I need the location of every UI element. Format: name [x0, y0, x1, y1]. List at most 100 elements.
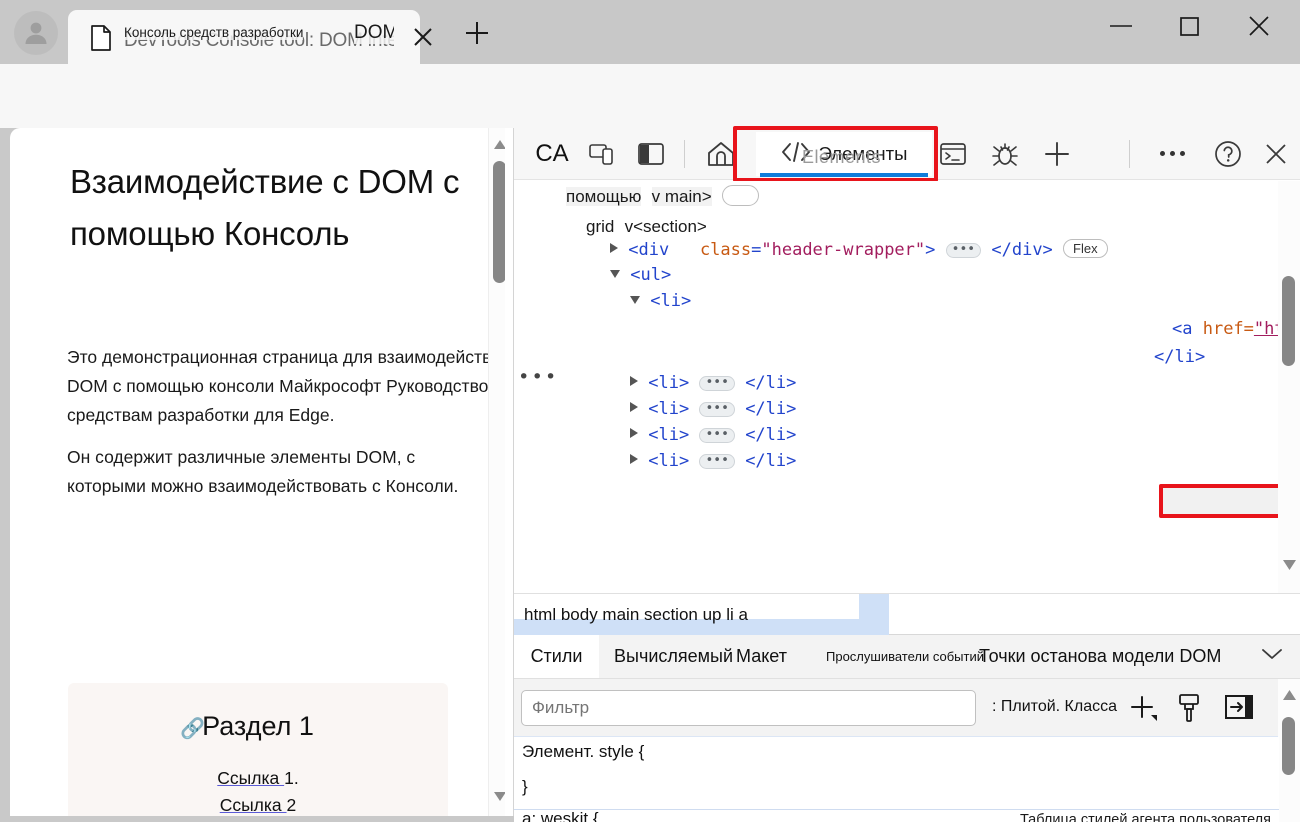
breadcrumb-text: html body main section up li a [524, 605, 748, 625]
tree-grid-badge: grid [586, 217, 614, 236]
tab-dom-breakpoints[interactable]: Точки останова модели DOM [979, 635, 1221, 678]
list-item[interactable]: Ссылка 1. [68, 768, 448, 789]
rule-selector[interactable]: a: weskit { [522, 809, 599, 822]
tree-row-ul[interactable]: <ul> [610, 265, 671, 285]
chevron-down-icon[interactable] [1261, 647, 1283, 666]
console-terminal-icon[interactable] [927, 128, 979, 179]
dom-tree-scrollbar-thumb[interactable] [1282, 276, 1295, 366]
tree-row-li-2[interactable]: <li> ••• </li> [630, 373, 796, 393]
expand-arrow-icon[interactable] [630, 402, 638, 412]
new-style-rule-icon[interactable] [1129, 693, 1161, 728]
browser-tab[interactable]: DevTools Console tool: DOM inter... Конс… [68, 10, 420, 64]
collapsed-children-icon[interactable]: ••• [946, 243, 981, 258]
tree-row-header-wrapper[interactable]: <div class="header-wrapper"> ••• </div> … [610, 239, 1108, 260]
element-style-open[interactable]: Элемент. style { [522, 742, 644, 762]
tab-title-translated: Консоль средств разработки [124, 25, 303, 40]
scroll-down-arrow-icon[interactable] [1283, 557, 1296, 575]
page-link-1[interactable]: Ссылка [217, 768, 284, 788]
scroll-up-arrow-icon[interactable] [1283, 687, 1296, 705]
devtools-more-button[interactable] [1146, 128, 1198, 179]
href-attr-name: href= [1203, 319, 1254, 339]
profile-avatar[interactable] [14, 11, 58, 55]
dock-panel-icon[interactable] [628, 128, 674, 179]
page-heading: Взаимодействие с DOM с помощью Консоль [70, 156, 490, 260]
collapsed-children-icon[interactable]: ••• [699, 376, 734, 391]
tree-code-text: v main> [652, 187, 712, 206]
tab-event-listeners[interactable]: Прослушиватели событий [826, 635, 984, 678]
new-tab-button[interactable] [462, 18, 500, 56]
tree-row-li-close[interactable]: </li> [1154, 347, 1205, 367]
document-icon [90, 25, 112, 56]
breadcrumb[interactable]: html body main section up li a [514, 593, 1300, 635]
dom-tree[interactable]: помощью v main> g grid v<section> <div c… [514, 181, 1300, 593]
window-close-button[interactable] [1228, 0, 1290, 52]
li-tag: <li> [648, 399, 689, 419]
tree-row-li-4[interactable]: <li> ••• </li> [630, 425, 796, 445]
class-attr-name: class [700, 240, 751, 260]
styles-filter-row: : Плитой. Класса [514, 679, 1300, 737]
styles-pane: Элемент. style { } a: weskit { Таблица с… [514, 737, 1279, 822]
tab-computed[interactable]: Вычисляемый [614, 635, 733, 678]
browser-window: DevTools Console tool: DOM inter... Конс… [0, 0, 1300, 822]
inspect-element-button[interactable]: CA [526, 128, 578, 179]
styles-scrollbar-thumb[interactable] [1282, 717, 1295, 775]
tab-layout[interactable]: Макет [736, 635, 787, 678]
flex-badge[interactable]: Flex [1063, 239, 1108, 258]
collapse-arrow-icon[interactable] [630, 296, 640, 304]
dot-1 [1160, 151, 1165, 156]
tree-row-li-5[interactable]: <li> ••• </li> [630, 451, 796, 471]
list-item[interactable]: Ссылка 2 [68, 795, 448, 816]
devtools-toolbar: CA [514, 128, 1300, 180]
expand-arrow-icon[interactable] [630, 428, 638, 438]
styles-scrollbar[interactable] [1278, 679, 1300, 822]
devtools-close-button[interactable] [1252, 128, 1300, 179]
tab-close-icon[interactable] [410, 24, 440, 54]
help-icon[interactable] [1202, 128, 1254, 179]
window-maximize-button[interactable] [1158, 0, 1220, 52]
class-filter-label[interactable]: : Плитой. Класса [992, 698, 1117, 716]
expand-arrow-icon[interactable] [630, 376, 638, 386]
class-attr-value: "header-wrapper" [761, 240, 925, 260]
div-close-tag: </div> [991, 240, 1052, 260]
section-title: Раздел 1 [68, 711, 448, 742]
tab-styles[interactable]: Стили [514, 635, 599, 678]
web-page-viewport: Взаимодействие с DOM с помощью Консоль Э… [10, 128, 510, 816]
dom-tree-scrollbar[interactable] [1278, 181, 1300, 593]
badge-placeholder[interactable]: g [722, 185, 759, 206]
tab-title-translated-tail: DOM intel [354, 24, 394, 44]
collapsed-children-icon[interactable]: ••• [699, 454, 734, 469]
paint-brush-icon[interactable] [1176, 693, 1202, 728]
styles-panel-tabs: Стили Вычисляемый Макет Прослушиватели с… [514, 635, 1300, 679]
dot-3 [1180, 151, 1185, 156]
tree-row-section[interactable]: grid v<section> [586, 217, 707, 237]
home-icon[interactable] [696, 128, 746, 179]
add-tool-button[interactable] [1031, 128, 1083, 179]
address-bar: https://microsoftedge.github.io/Demos/de… [0, 64, 1300, 128]
expand-arrow-icon[interactable] [610, 243, 618, 253]
window-minimize-button[interactable] [1090, 0, 1152, 52]
collapsed-children-icon[interactable]: ••• [699, 402, 734, 417]
box-arrow-icon[interactable] [1224, 693, 1254, 726]
tree-row-main[interactable]: помощью v main> g [566, 185, 759, 207]
tree-row-li-open[interactable]: <li> [630, 291, 691, 311]
tab-title: DevTools Console tool: DOM inter... Конс… [124, 24, 394, 54]
device-toggle-icon[interactable] [580, 128, 626, 179]
bug-icon[interactable] [979, 128, 1031, 179]
toolbar-divider-2 [1129, 140, 1130, 168]
collapsed-children-icon[interactable]: ••• [699, 428, 734, 443]
devtools-panel: CA [513, 128, 1300, 816]
expand-arrow-icon[interactable] [630, 454, 638, 464]
node-overflow-dots[interactable]: ••• [518, 366, 558, 388]
rule-origin-label: Таблица стилей агента пользователя [1020, 812, 1271, 822]
person-icon [21, 18, 51, 48]
tab-elements[interactable]: Элементы Elements [756, 132, 932, 176]
styles-filter-input[interactable] [521, 690, 976, 726]
tab-elements-label-original: Elements [802, 147, 881, 168]
li-close: </li> [745, 399, 796, 419]
collapse-arrow-icon[interactable] [610, 270, 620, 278]
page-paragraph-2: Он содержит различные элементы DOM, с ко… [67, 443, 467, 501]
page-link-2[interactable]: Ссылка [220, 795, 287, 815]
tree-row-li-3[interactable]: <li> ••• </li> [630, 399, 796, 419]
title-bar: DevTools Console tool: DOM inter... Конс… [0, 0, 1300, 64]
li-close: </li> [745, 451, 796, 471]
